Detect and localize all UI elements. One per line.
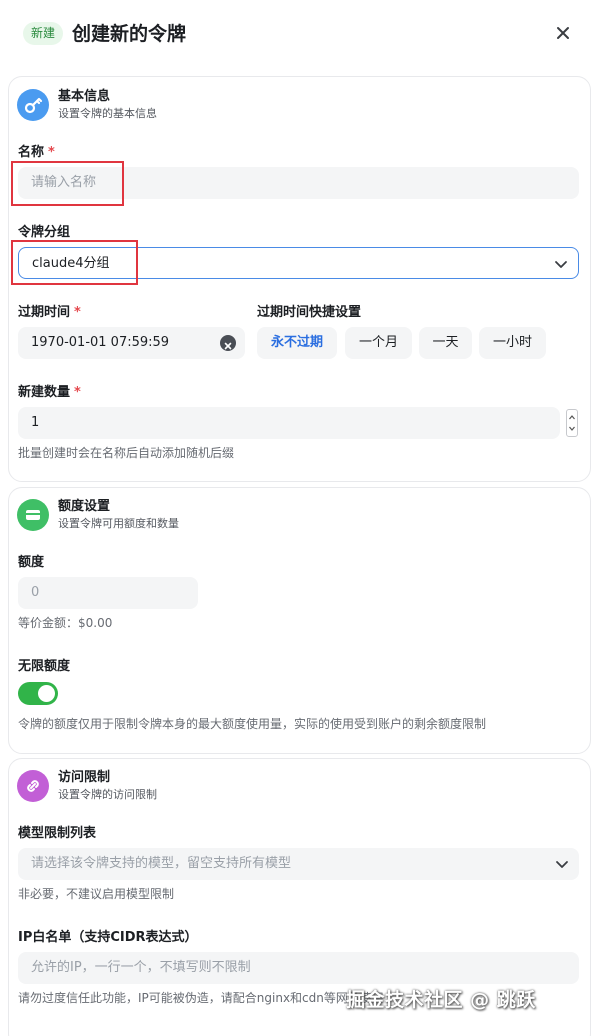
toggle-knob xyxy=(38,685,55,702)
clear-icon[interactable] xyxy=(220,335,236,351)
expire-input[interactable]: 1970-01-01 07:59:59 xyxy=(18,327,245,359)
quick-day-button[interactable]: 一天 xyxy=(419,327,472,359)
link-icon xyxy=(17,770,49,802)
count-hint: 批量创建时会在名称后自动添加随机后缀 xyxy=(18,446,235,460)
group-label: 令牌分组 xyxy=(18,225,71,240)
quick-expire-label: 过期时间快捷设置 xyxy=(257,305,362,320)
access-section-title: 访问限制 xyxy=(58,770,111,785)
quota-section-title: 额度设置 xyxy=(58,499,111,514)
equiv-amount: 等价金额：$0.00 xyxy=(18,616,113,630)
card-icon xyxy=(17,499,49,531)
unlimited-toggle[interactable] xyxy=(18,682,58,705)
expire-value: 1970-01-01 07:59:59 xyxy=(31,335,170,350)
new-badge: 新建 xyxy=(23,22,64,45)
quick-hour-button[interactable]: 一小时 xyxy=(479,327,546,359)
count-input[interactable]: 1 xyxy=(18,407,560,439)
chevron-down-icon xyxy=(555,261,567,268)
basic-section-title: 基本信息 xyxy=(58,89,111,104)
key-icon xyxy=(17,89,49,121)
count-label: 新建数量 * xyxy=(18,385,81,400)
watermark: 掘金技术社区 @ 跳跃 xyxy=(346,989,536,1011)
model-label: 模型限制列表 xyxy=(18,826,97,841)
ip-label: IP白名单（支持CIDR表达式） xyxy=(18,930,198,945)
ip-hint: 请勿过度信任此功能，IP可能被伪造，请配合nginx和cdn等网关使用 xyxy=(18,991,384,1005)
ip-input[interactable]: 允许的IP，一行一个，不填写则不限制 xyxy=(18,952,579,984)
quick-never-button[interactable]: 永不过期 xyxy=(257,327,337,359)
modal-header: 新建 创建新的令牌 xyxy=(0,0,597,66)
amount-input[interactable]: 0 xyxy=(18,577,198,609)
group-select-value: claude4分组 xyxy=(32,256,110,271)
quota-hint: 令牌的额度仅用于限制令牌本身的最大额度使用量，实际的使用受到账户的剩余额度限制 xyxy=(18,717,487,731)
name-input[interactable]: 请输入名称 xyxy=(18,167,579,199)
quota-section-subtitle: 设置令牌可用额度和数量 xyxy=(58,517,179,530)
model-hint: 非必要，不建议启用模型限制 xyxy=(18,887,175,901)
quick-month-button[interactable]: 一个月 xyxy=(345,327,412,359)
group-select[interactable]: claude4分组 xyxy=(18,247,579,279)
amount-label: 额度 xyxy=(18,555,45,570)
access-section-subtitle: 设置令牌的访问限制 xyxy=(58,788,157,801)
unlimited-label: 无限额度 xyxy=(18,659,71,674)
close-icon[interactable] xyxy=(550,20,576,46)
count-stepper[interactable] xyxy=(566,409,578,437)
expire-label: 过期时间 * xyxy=(18,305,81,320)
model-select[interactable]: 请选择该令牌支持的模型，留空支持所有模型 xyxy=(18,848,579,880)
name-label: 名称 * xyxy=(18,145,55,160)
basic-section-subtitle: 设置令牌的基本信息 xyxy=(58,107,157,120)
chevron-down-icon xyxy=(556,861,568,868)
modal-title: 创建新的令牌 xyxy=(72,23,187,45)
